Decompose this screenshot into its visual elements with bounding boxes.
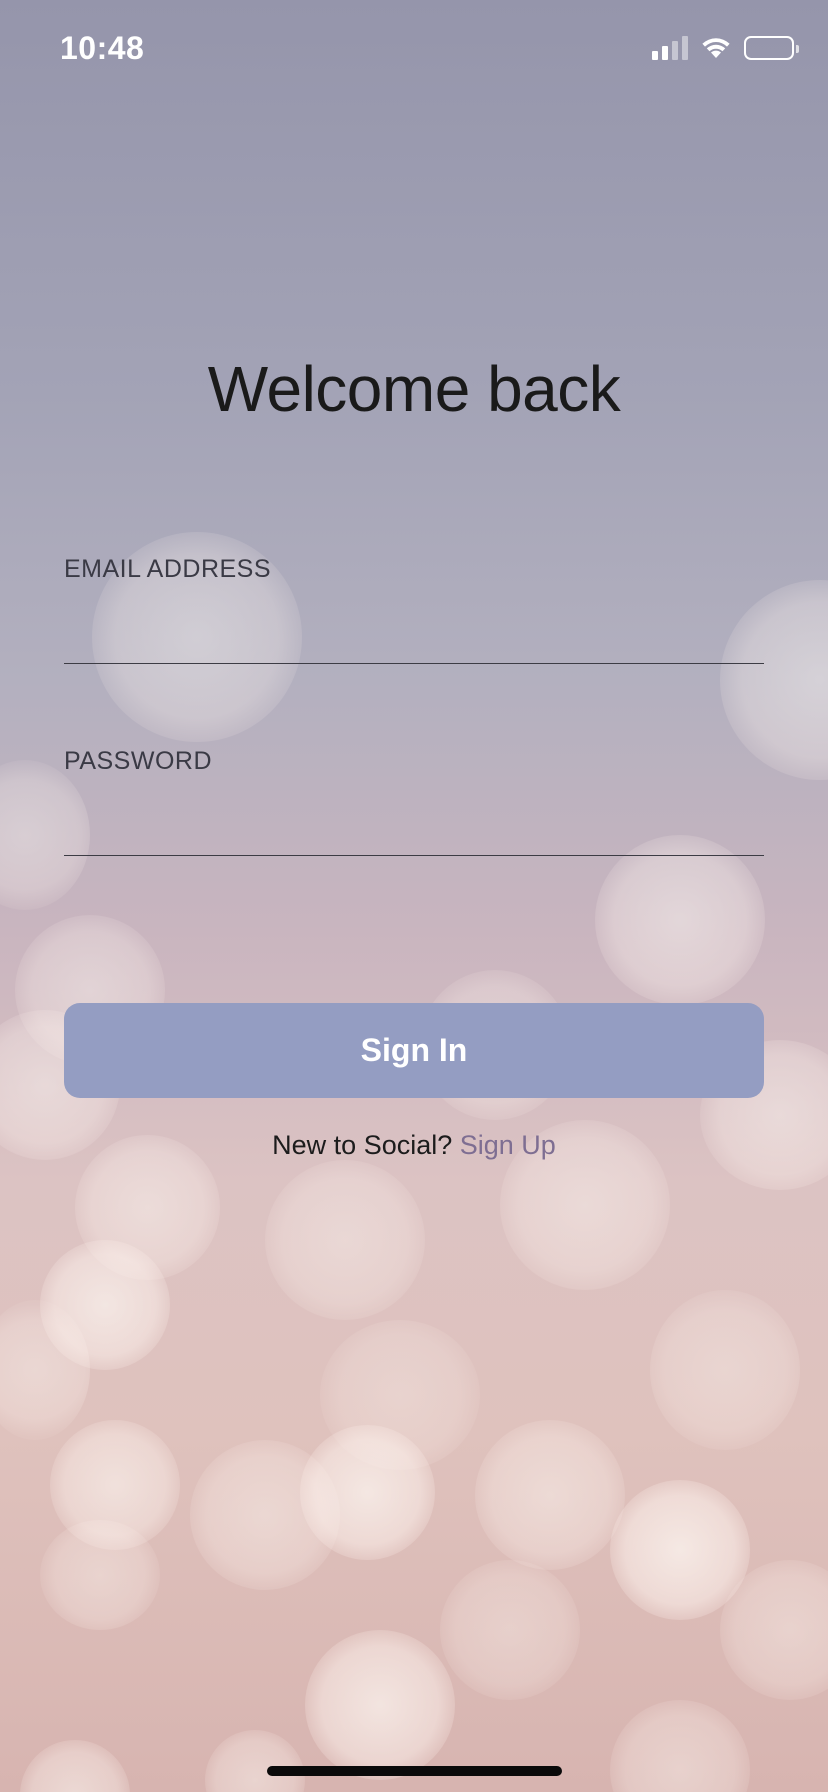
sign-up-link[interactable]: Sign Up — [460, 1130, 556, 1160]
password-label: PASSWORD — [64, 747, 212, 775]
status-icons — [652, 36, 799, 60]
signup-prompt-text: New to Social? — [272, 1130, 453, 1160]
sign-in-button[interactable]: Sign In — [64, 1003, 764, 1098]
background-bokeh — [0, 0, 828, 1792]
email-field-group: EMAIL ADDRESS — [64, 555, 764, 664]
password-input[interactable] — [64, 776, 764, 856]
signup-prompt-row: New to Social? Sign Up — [0, 1130, 828, 1161]
email-input[interactable] — [64, 584, 764, 664]
status-time: 10:48 — [60, 30, 145, 66]
page-title: Welcome back — [207, 353, 621, 425]
email-label: EMAIL ADDRESS — [64, 555, 272, 583]
wifi-icon — [702, 38, 730, 58]
home-indicator[interactable] — [267, 1766, 562, 1776]
password-field-group: PASSWORD — [64, 747, 764, 856]
cellular-signal-icon — [652, 36, 688, 60]
battery-icon — [744, 36, 799, 60]
status-bar: 10:48 — [0, 0, 828, 100]
